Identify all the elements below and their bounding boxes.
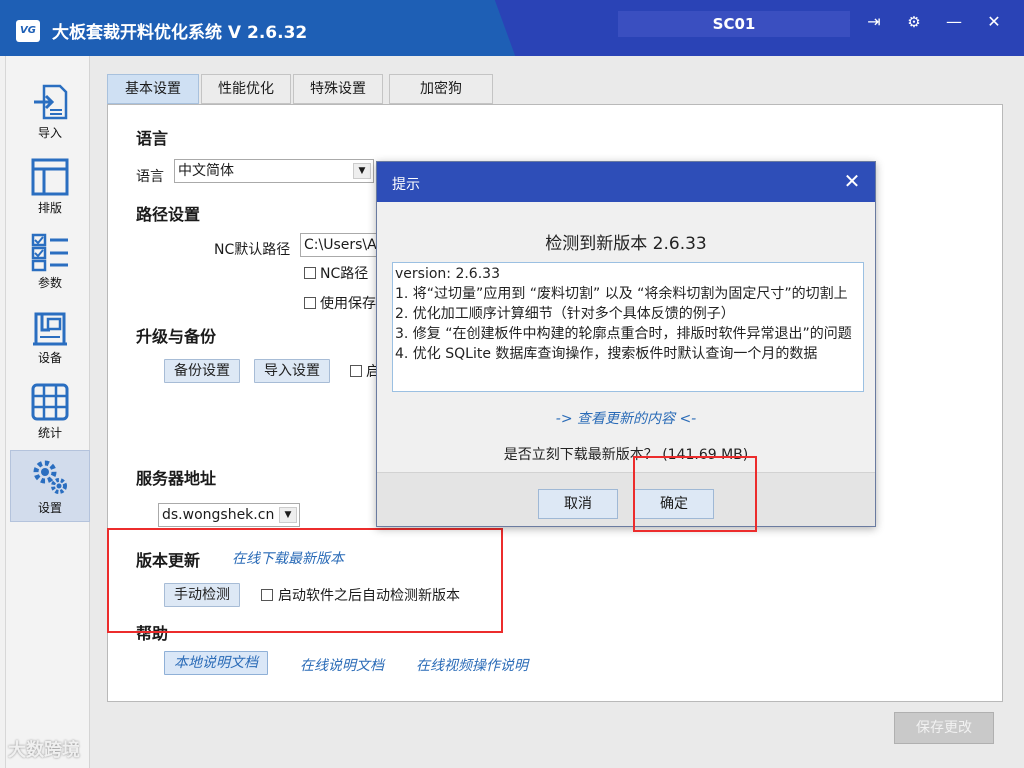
sidebar-item-label: 设备 bbox=[37, 351, 62, 365]
server-value: ds.wongshek.cn bbox=[162, 507, 275, 523]
tab-performance[interactable]: 性能优化 bbox=[201, 74, 291, 104]
close-icon[interactable]: ✕ bbox=[839, 168, 865, 194]
online-video-link[interactable]: 在线视频操作说明 bbox=[416, 655, 528, 675]
nc-path-label: NC默认路径 bbox=[214, 242, 291, 258]
sidebar: 导入 排版 参数 设备 统计 设置 bbox=[6, 56, 90, 768]
chevron-down-icon: ▼ bbox=[353, 163, 371, 179]
layout-icon bbox=[31, 158, 69, 196]
new-version-headline: 检测到新版本 2.6.33 bbox=[545, 234, 707, 254]
release-notes[interactable]: version: 2.6.33 1. 将“过切量”应用到 “废料切割” 以及 “… bbox=[392, 262, 864, 392]
settings-icon bbox=[33, 460, 67, 494]
tab-special-settings[interactable]: 特殊设置 bbox=[293, 74, 383, 104]
app-title: 大板套裁开料优化系统 V 2.6.32 bbox=[52, 23, 308, 43]
sidebar-item-label: 导入 bbox=[37, 126, 62, 140]
server-select[interactable]: ds.wongshek.cn ▼ bbox=[158, 503, 300, 527]
backup-checkbox[interactable] bbox=[350, 365, 362, 377]
import-icon bbox=[34, 84, 68, 120]
device-icon bbox=[33, 312, 67, 346]
release-note-line: 2. 优化加工顺序计算细节（针对多个具体反馈的例子） bbox=[395, 306, 735, 322]
release-note-line: 1. 将“过切量”应用到 “废料切割” 以及 “将余料切割为固定尺寸”的切割上 bbox=[395, 286, 848, 302]
sidebar-item-parameters[interactable]: 参数 bbox=[10, 226, 90, 298]
release-note-line: version: 2.6.33 bbox=[395, 266, 500, 282]
sidebar-item-settings[interactable]: 设置 bbox=[10, 450, 90, 522]
cancel-button[interactable]: 取消 bbox=[538, 489, 618, 519]
watermark: 大数跨境 bbox=[8, 740, 80, 761]
tab-dongle[interactable]: 加密狗 bbox=[389, 74, 493, 104]
close-icon[interactable]: ✕ bbox=[978, 10, 1010, 34]
dialog-title: 提示 bbox=[392, 177, 420, 193]
nc-path-field[interactable]: C:\Users\A bbox=[300, 233, 380, 257]
backup-settings-button[interactable]: 备份设置 bbox=[164, 359, 240, 383]
download-question: 是否立刻下载最新版本？ (141.69 MB) bbox=[503, 447, 749, 463]
use-save-checkbox-label: 使用保存 bbox=[320, 296, 376, 312]
section-path: 路径设置 bbox=[136, 205, 201, 224]
gear-icon[interactable]: ⚙ bbox=[898, 10, 930, 34]
dialog-title-bar: 提示 ✕ bbox=[377, 162, 875, 202]
view-updates-link[interactable]: -> 查看更新的内容 <- bbox=[377, 408, 875, 428]
import-settings-button[interactable]: 导入设置 bbox=[254, 359, 330, 383]
sidebar-item-label: 设置 bbox=[37, 501, 62, 515]
title-bar: VG 大板套裁开料优化系统 V 2.6.32 SC01 ⇥ ⚙ — ✕ bbox=[0, 0, 1024, 56]
highlight-confirm-button bbox=[633, 456, 757, 532]
highlight-version-update bbox=[107, 528, 503, 633]
statistics-icon bbox=[31, 383, 69, 421]
save-changes-button[interactable]: 保存更改 bbox=[894, 712, 994, 744]
station-name: SC01 bbox=[618, 11, 850, 37]
chevron-down-icon: ▼ bbox=[279, 507, 297, 523]
section-upgrade-backup: 升级与备份 bbox=[136, 327, 217, 346]
language-select[interactable]: 中文简体 ▼ bbox=[174, 159, 374, 183]
exit-icon[interactable]: ⇥ bbox=[858, 10, 890, 34]
parameters-icon bbox=[31, 233, 68, 272]
release-note-line: 3. 修复 “在创建板件中构建的轮廓点重合时，排版时软件异常退出”的问题 bbox=[395, 326, 852, 342]
local-doc-button[interactable]: 本地说明文档 bbox=[164, 651, 268, 675]
sidebar-item-device[interactable]: 设备 bbox=[10, 301, 90, 373]
nc-path-checkbox-label: NC路径 bbox=[320, 266, 369, 282]
sidebar-item-label: 参数 bbox=[37, 276, 62, 290]
language-label: 语言 bbox=[136, 169, 164, 185]
sidebar-item-import[interactable]: 导入 bbox=[10, 76, 90, 148]
sidebar-item-label: 统计 bbox=[37, 426, 62, 440]
sidebar-item-layout[interactable]: 排版 bbox=[10, 151, 90, 223]
release-note-line: 4. 优化 SQLite 数据库查询操作，搜索板件时默认查询一个月的数据 bbox=[395, 346, 818, 362]
minimize-icon[interactable]: — bbox=[938, 10, 970, 34]
sidebar-item-statistics[interactable]: 统计 bbox=[10, 376, 90, 448]
use-save-checkbox[interactable] bbox=[304, 297, 316, 309]
update-dialog: 提示 ✕ 检测到新版本 2.6.33 version: 2.6.33 1. 将“… bbox=[376, 161, 876, 527]
section-server-address: 服务器地址 bbox=[136, 469, 217, 488]
language-value: 中文简体 bbox=[178, 163, 234, 179]
sidebar-item-label: 排版 bbox=[37, 201, 62, 215]
app-logo: VG bbox=[16, 20, 40, 42]
nc-path-checkbox[interactable] bbox=[304, 267, 316, 279]
dialog-footer: 取消 确定 bbox=[377, 472, 875, 526]
online-doc-link[interactable]: 在线说明文档 bbox=[300, 655, 384, 675]
section-language: 语言 bbox=[136, 129, 169, 148]
tab-basic-settings[interactable]: 基本设置 bbox=[107, 74, 199, 104]
